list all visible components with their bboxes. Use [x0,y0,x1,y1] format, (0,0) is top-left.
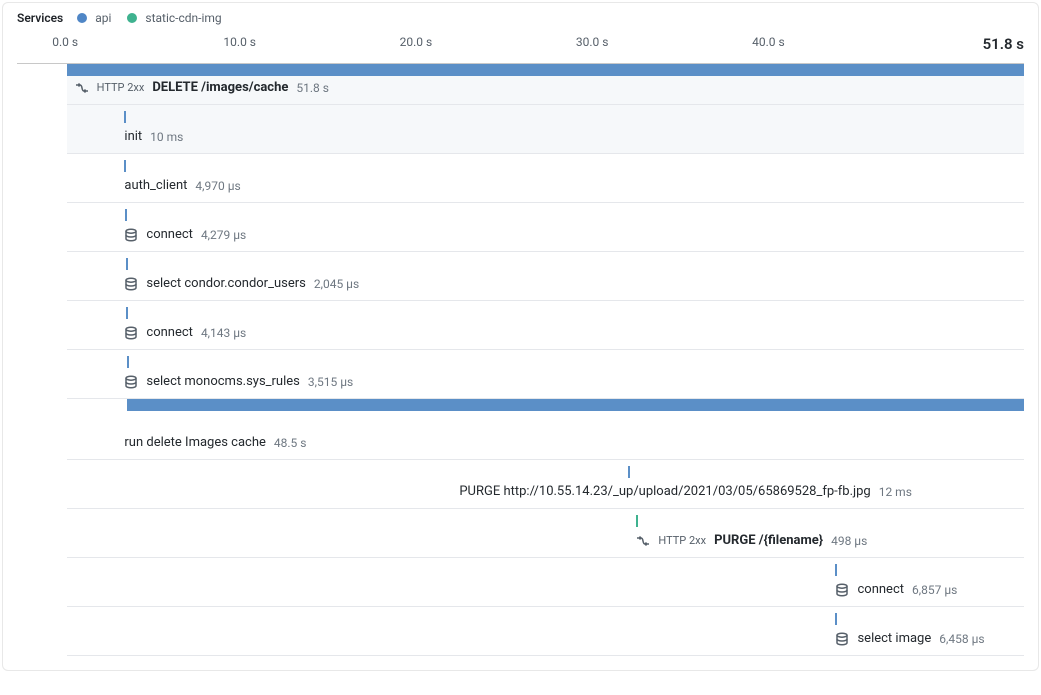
span-row[interactable]: select image 6,458 µs [67,607,1024,656]
span-operation: select monocms.sys_rules [146,374,299,389]
span-row[interactable]: auth_client 4,970 µs [67,154,1024,203]
trace-viewer: Services api static-cdn-img 0.0 s 10.0 s… [2,2,1039,671]
database-icon [124,277,138,291]
services-legend: Services api static-cdn-img [17,9,1024,35]
database-icon [124,326,138,340]
time-axis: 0.0 s 10.0 s 20.0 s 30.0 s 40.0 s 51.8 s [17,35,1024,55]
span-row[interactable]: connect 4,143 µs [67,301,1024,350]
span-operation: connect [146,227,193,242]
span-operation: init [124,129,142,144]
span-duration: 10 ms [150,130,183,144]
span-bar [125,209,127,221]
span-operation: select condor.condor_users [146,276,305,291]
span-operation: run delete Images cache [124,435,266,450]
axis-end: 51.8 s [983,35,1024,53]
span-operation: PURGE /{filename} [714,533,823,548]
flow-icon [636,534,650,548]
axis-tick: 30.0 s [576,35,609,49]
span-duration: 48.5 s [274,436,307,450]
timeline: HTTP 2xx DELETE /images/cache 51.8 s init 10… [67,64,1024,656]
span-duration: 2,045 µs [314,277,359,291]
http-status: HTTP 2xx [97,81,145,94]
span-bar [835,564,837,576]
span-row[interactable]: HTTP 2xx PURGE /{filename} 498 µs [67,509,1024,558]
span-operation: select image [857,631,931,646]
span-row[interactable]: connect 6,857 µs [67,558,1024,607]
axis-tick: 40.0 s [752,35,785,49]
span-row[interactable]: select condor.condor_users 2,045 µs [67,252,1024,301]
span-duration: 12 ms [879,485,912,499]
span-row[interactable] [67,64,1024,76]
span-duration: 6,458 µs [939,632,984,646]
legend-title: Services [17,11,63,25]
span-row[interactable]: run delete Images cache 48.5 s [67,411,1024,460]
span-operation: PURGE http://10.55.14.23/_up/upload/2021… [459,484,870,499]
span-bar [127,356,129,368]
span-row[interactable]: connect 4,279 µs [67,203,1024,252]
legend-dot-api [77,13,87,23]
span-row[interactable]: HTTP 2xx DELETE /images/cache 51.8 s [67,76,1024,105]
legend-item-static-cdn-img[interactable]: static-cdn-img [145,11,221,25]
database-icon [835,632,849,646]
span-bar [628,466,630,478]
span-operation: auth_client [124,178,187,193]
legend-item-api[interactable]: api [95,11,111,25]
span-bar [126,258,128,270]
span-row[interactable]: select monocms.sys_rules 3,515 µs [67,350,1024,399]
span-bar [126,307,128,319]
span-row[interactable] [67,399,1024,411]
span-bar [124,111,126,123]
span-duration: 4,143 µs [201,326,246,340]
span-duration: 3,515 µs [308,375,353,389]
span-duration: 51.8 s [296,81,329,95]
span-operation: connect [857,582,904,597]
http-status: HTTP 2xx [658,534,706,547]
span-bar [636,515,638,527]
span-bar [835,613,837,625]
span-duration: 6,857 µs [912,583,957,597]
database-icon [124,375,138,389]
span-row[interactable]: PURGE http://10.55.14.23/_up/upload/2021… [67,460,1024,509]
span-bar [124,160,126,172]
span-row[interactable]: init 10 ms [67,105,1024,154]
axis-tick: 0.0 s [52,35,78,49]
database-icon [835,583,849,597]
span-bar [127,399,1024,411]
legend-dot-static-cdn-img [127,13,137,23]
span-operation: DELETE /images/cache [152,80,288,95]
flow-icon [75,81,89,95]
axis-tick: 10.0 s [223,35,256,49]
span-duration: 498 µs [831,534,867,548]
span-bar [67,64,1024,76]
span-operation: connect [146,325,193,340]
database-icon [124,228,138,242]
span-duration: 4,970 µs [195,179,240,193]
span-duration: 4,279 µs [201,228,246,242]
axis-tick: 20.0 s [400,35,433,49]
